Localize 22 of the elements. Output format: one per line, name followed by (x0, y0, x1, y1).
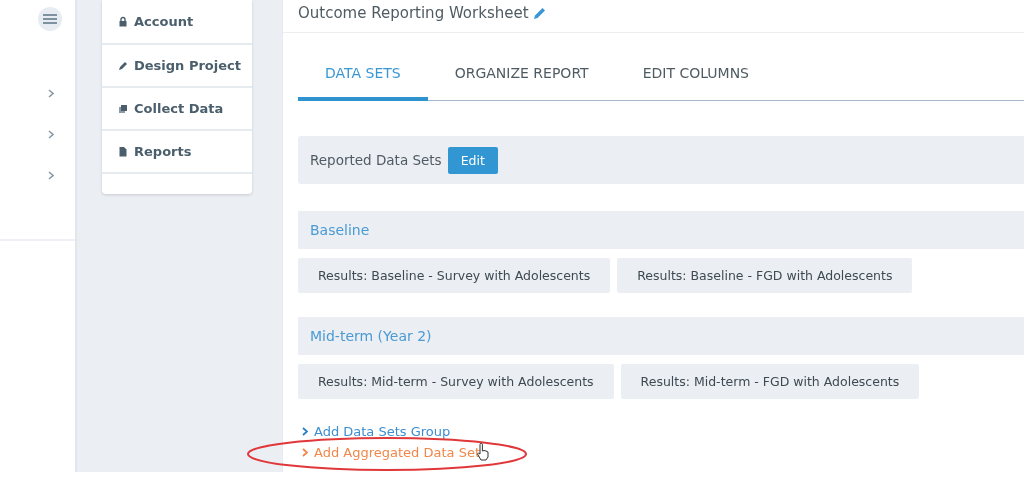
menu-item[interactable]: Reports (102, 131, 252, 174)
menu-item[interactable]: Account (102, 0, 252, 45)
menu-item[interactable]: Design Project (102, 45, 252, 88)
data-set-button[interactable]: Results: Baseline - Survey with Adolescents (298, 258, 611, 293)
data-set-button[interactable]: Results: Baseline - FGD with Adolescents (617, 258, 913, 293)
lock-icon (118, 16, 128, 27)
copy-icon (118, 103, 128, 114)
worksheet-title: Outcome Reporting Worksheet (298, 4, 529, 22)
data-set-button[interactable]: Results: Mid-term - FGD with Adolescents (620, 364, 920, 399)
pencil-icon (118, 60, 128, 71)
pencil-icon[interactable] (532, 6, 547, 20)
tab[interactable]: EDIT COLUMNS (615, 55, 776, 101)
link[interactable]: Add Data Sets Group (314, 424, 451, 439)
tab[interactable]: ORGANIZE REPORT (427, 55, 616, 101)
reported-label: Reported Data Sets (310, 152, 442, 168)
chevron-right-icon[interactable] (48, 89, 54, 98)
menu-item[interactable]: Collect Data (102, 88, 252, 131)
menu-icon[interactable] (38, 7, 62, 31)
data-set-button[interactable]: Results: Mid-term - Survey with Adolescents (298, 364, 614, 399)
file-icon (118, 146, 128, 157)
chevron-right-icon[interactable] (48, 130, 54, 139)
chevron-right-icon[interactable] (48, 171, 54, 180)
